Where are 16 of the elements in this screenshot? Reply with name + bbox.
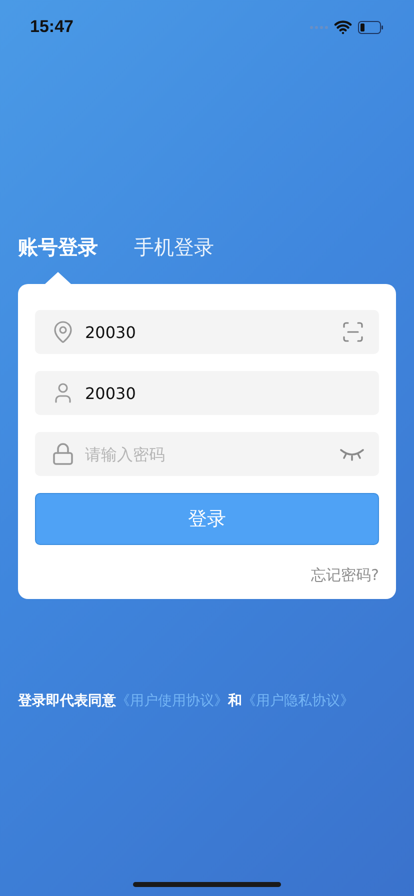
site-field[interactable]: 20030	[35, 310, 379, 354]
username-field[interactable]: 20030	[35, 371, 379, 415]
lock-icon	[51, 442, 75, 466]
password-field[interactable]: 请输入密码	[35, 432, 379, 476]
privacy-agreement-link[interactable]: 《用户隐私协议》	[242, 692, 354, 708]
login-tab[interactable]: 账号登录	[18, 232, 98, 262]
closed-eye-button[interactable]	[339, 447, 365, 461]
login-button[interactable]: 登录	[35, 493, 379, 545]
location-pin-icon	[51, 320, 75, 344]
login-tab[interactable]: 手机登录	[134, 232, 214, 262]
status-time: 15:47	[30, 16, 74, 38]
battery-icon	[358, 20, 384, 34]
forgot-password-link[interactable]: 忘记密码?	[311, 564, 379, 586]
scan-button[interactable]	[341, 320, 365, 344]
wifi-icon	[334, 18, 352, 36]
signal-icon	[310, 26, 328, 28]
